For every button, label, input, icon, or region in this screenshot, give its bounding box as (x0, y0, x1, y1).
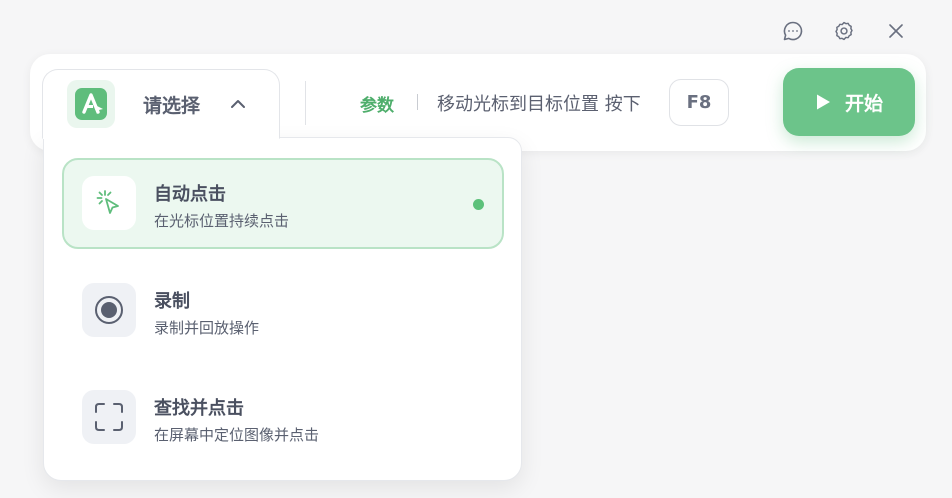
option-title: 自动点击 (154, 184, 226, 205)
mode-selector[interactable]: 请选择 (42, 69, 280, 139)
params-label[interactable]: 参数 (360, 91, 394, 116)
hint-text: 移动光标到目标位置 按下 (437, 94, 641, 115)
option-description: 在光标位置持续点击 (154, 212, 290, 230)
hotkey-chip[interactable]: F8 (669, 79, 729, 126)
selected-indicator (473, 199, 484, 210)
option-description: 在屏幕中定位图像并点击 (154, 426, 320, 444)
params-separator (417, 94, 418, 110)
record-icon (82, 283, 136, 337)
play-icon (815, 93, 831, 111)
settings-button[interactable] (830, 17, 858, 45)
scan-frame-icon (82, 390, 136, 444)
mode-dropdown: 自动点击 在光标位置持续点击 录制 录制并回放操作 查找并点击 在屏幕中定位图像… (43, 137, 522, 481)
cursor-click-icon (82, 176, 136, 230)
chevron-up-icon (230, 99, 246, 109)
chat-bubble-icon (782, 20, 804, 42)
gear-icon (833, 20, 855, 42)
option-find-and-click[interactable]: 查找并点击 在屏幕中定位图像并点击 (62, 372, 504, 463)
option-description: 录制并回放操作 (154, 319, 260, 337)
start-button[interactable]: 开始 (783, 68, 915, 136)
option-record[interactable]: 录制 录制并回放操作 (62, 265, 504, 356)
close-icon (887, 22, 905, 40)
toolbar-divider (305, 81, 306, 125)
close-button[interactable] (882, 17, 910, 45)
feedback-button[interactable] (779, 17, 807, 45)
option-title: 查找并点击 (154, 398, 244, 419)
option-auto-click[interactable]: 自动点击 在光标位置持续点击 (62, 158, 504, 249)
mode-selector-label: 请选择 (143, 94, 201, 117)
start-button-label: 开始 (844, 92, 883, 115)
app-root: 请选择 参数 移动光标到目标位置 按下 F8 开始 自动点击 在光标位置持续点击… (0, 0, 952, 498)
option-title: 录制 (154, 291, 190, 312)
app-logo-icon (67, 80, 115, 128)
